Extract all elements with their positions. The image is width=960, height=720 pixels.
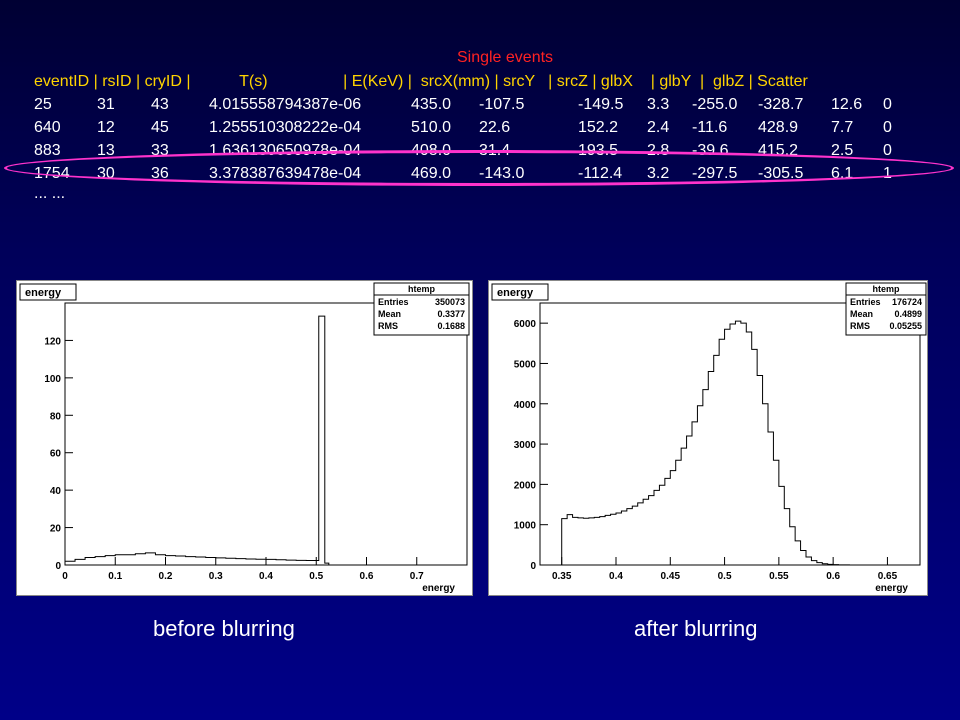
- histogram-before-svg: 0 0.1 0.2 0.3 0.4 0.5 0.6 0.7 0 20 40 60 80 100 120 ene…: [19, 282, 470, 594]
- y-tick-label: 120: [44, 336, 61, 347]
- stats-name: htemp: [408, 284, 436, 294]
- cell-E: 510.0: [411, 119, 452, 136]
- stats-key-mean: Mean: [850, 309, 873, 319]
- stats-key-rms: RMS: [850, 321, 870, 331]
- x-tick-label: 0.5: [718, 571, 732, 582]
- y-tick-label: 0: [530, 561, 536, 572]
- cell-rsID: 12: [97, 119, 115, 136]
- cell-glbY: 428.9: [758, 119, 799, 136]
- y-tick-label: 80: [50, 411, 62, 422]
- cell-glbZ: 12.6: [831, 96, 863, 113]
- histogram-after: 0.35 0.4 0.45 0.5 0.55 0.6 0.65 0 1000 2000 3000 40…: [488, 280, 928, 596]
- histogram-line: [561, 320, 888, 566]
- caption-before: before blurring: [153, 616, 295, 641]
- y-tick-label: 60: [50, 449, 62, 460]
- x-tick-label: 0.45: [661, 571, 681, 582]
- cell-scatter: 0: [883, 96, 892, 113]
- cell-glbX: -255.0: [692, 96, 738, 113]
- histogram-title: energy: [497, 287, 534, 299]
- x-tick-label: 0.3: [209, 571, 223, 582]
- highlight-oval: [4, 150, 954, 186]
- cell-eventID: 25: [34, 96, 52, 113]
- stats-key-rms: RMS: [378, 321, 398, 331]
- cell-scatter: 0: [883, 119, 892, 136]
- plot-frame: [64, 302, 468, 566]
- x-axis-label: energy: [875, 583, 908, 594]
- y-tick-label: 6000: [514, 319, 537, 330]
- cell-glbZ: 7.7: [831, 119, 854, 136]
- x-tick-label: 0: [62, 571, 68, 582]
- stats-key-entries: Entries: [378, 297, 409, 307]
- x-tick-label: 0.5: [309, 571, 323, 582]
- stats-value-mean: 0.4899: [894, 309, 922, 319]
- x-tick-label: 0.6: [826, 571, 840, 582]
- x-axis-label: energy: [422, 583, 455, 594]
- cell-srcY: -149.5: [578, 96, 624, 113]
- cell-glbY: -328.7: [758, 96, 804, 113]
- y-tick-label: 40: [50, 486, 62, 497]
- cell-glbX: -11.6: [692, 119, 728, 136]
- cell-srcZ: 2.4: [647, 119, 670, 136]
- cell-scatter: 0: [883, 142, 892, 159]
- cell-eventID: 883: [34, 142, 61, 159]
- cell-srcZ: 3.3: [647, 96, 670, 113]
- cell-T: 4.015558794387e-06: [209, 96, 362, 113]
- cell-eventID: 640: [34, 119, 61, 136]
- stats-name: htemp: [873, 284, 901, 294]
- y-tick-label: 20: [50, 524, 62, 535]
- stats-key-entries: Entries: [850, 297, 881, 307]
- histogram-after-svg: 0.35 0.4 0.45 0.5 0.55 0.6 0.65 0 1000 2000 3000 40…: [491, 282, 927, 594]
- cell-cryID: 45: [151, 119, 169, 136]
- plot-frame: [539, 302, 921, 566]
- stats-value-rms: 0.05255: [889, 321, 922, 331]
- cell-srcX: 22.6: [479, 119, 511, 136]
- y-tick-label: 3000: [514, 440, 537, 451]
- histogram-before: 0 0.1 0.2 0.3 0.4 0.5 0.6 0.7 0 20 40 60 80 100 120 ene…: [16, 280, 473, 596]
- cell-srcX: -107.5: [479, 96, 525, 113]
- cell-cryID: 43: [151, 96, 169, 113]
- x-tick-label: 0.6: [360, 571, 374, 582]
- cell-rsID: 31: [97, 96, 115, 113]
- slide-title: Single events: [456, 49, 554, 66]
- cell-T: 1.255510308222e-04: [209, 119, 362, 136]
- stats-value-mean: 0.3377: [437, 309, 465, 319]
- x-tick-label: 0.65: [878, 571, 898, 582]
- y-tick-label: 4000: [514, 400, 537, 411]
- table-header: eventID | rsID | cryID | T(s) | E(KeV) |…: [34, 73, 808, 90]
- x-tick-label: 0.1: [108, 571, 122, 582]
- x-tick-label: 0.7: [410, 571, 424, 582]
- table-ellipsis: ... ...: [34, 185, 66, 202]
- histogram-title: energy: [25, 287, 62, 299]
- stats-key-mean: Mean: [378, 309, 401, 319]
- histogram-line: [64, 315, 467, 566]
- y-tick-label: 0: [55, 561, 61, 572]
- x-tick-label: 0.4: [609, 571, 623, 582]
- y-tick-label: 1000: [514, 521, 537, 532]
- y-tick-label: 5000: [514, 359, 537, 370]
- x-tick-label: 0.55: [769, 571, 789, 582]
- cell-srcY: 152.2: [578, 119, 619, 136]
- cell-E: 435.0: [411, 96, 452, 113]
- x-tick-label: 0.4: [259, 571, 273, 582]
- stats-value-entries: 176724: [892, 297, 922, 307]
- y-tick-label: 100: [44, 374, 61, 385]
- x-tick-label: 0.2: [159, 571, 173, 582]
- x-tick-label: 0.35: [552, 571, 572, 582]
- stats-value-entries: 350073: [435, 297, 465, 307]
- caption-after: after blurring: [634, 616, 758, 641]
- y-tick-label: 2000: [514, 480, 537, 491]
- stats-value-rms: 0.1688: [437, 321, 465, 331]
